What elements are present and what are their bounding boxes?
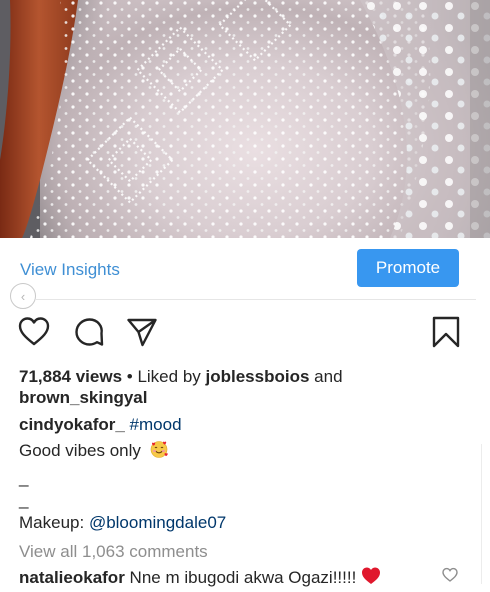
caption-username[interactable]: cindyokafor_ [19, 415, 125, 434]
bookmark-outline-icon[interactable] [430, 316, 462, 348]
caption-makeup-credit: Makeup: @bloomingdale07 [19, 512, 479, 533]
caption: cindyokafor_ #mood [19, 414, 479, 435]
comment-row: natalieokafor Nne m ibugodi akwa Ogazi!!… [19, 566, 439, 588]
comment-heart-outline-icon[interactable] [442, 567, 458, 583]
comment-text: Nne m ibugodi akwa Ogazi!!!!! [129, 568, 357, 587]
promote-button[interactable]: Promote [357, 249, 459, 287]
insights-bar: View Insights Promote [0, 238, 490, 300]
edge-rule [481, 444, 482, 584]
heart-outline-icon[interactable] [18, 316, 50, 348]
liked-user-1[interactable]: joblessboios [206, 367, 310, 386]
post-image[interactable] [0, 0, 490, 238]
and-text: and [314, 367, 343, 386]
post-photo [0, 0, 490, 238]
caption-line-2: _ [19, 468, 29, 487]
view-all-comments-link[interactable]: View all 1,063 comments [19, 541, 479, 562]
makeup-label: Makeup: [19, 513, 85, 532]
smiling-face-with-hearts-emoji [150, 441, 168, 458]
red-heart-emoji [362, 567, 381, 584]
caption-hashtag[interactable]: #mood [130, 415, 182, 434]
divider [36, 299, 476, 300]
paper-plane-icon[interactable] [126, 316, 158, 348]
liked-by-prefix: Liked by [137, 367, 201, 386]
makeup-handle[interactable]: @bloomingdale07 [89, 513, 226, 532]
comment-bubble-icon[interactable] [73, 316, 105, 348]
caption-line-1: Good vibes only [19, 439, 479, 461]
comment-username[interactable]: natalieokafor [19, 568, 125, 587]
likes-summary: 71,884 views • Liked by joblessboios and… [19, 367, 343, 407]
view-insights-link[interactable]: View Insights [20, 260, 120, 280]
caption-text-1: Good vibes only [19, 441, 141, 460]
view-count[interactable]: 71,884 views [19, 367, 122, 386]
chevron-left-icon[interactable]: ‹ [10, 283, 36, 309]
liked-user-2[interactable]: brown_skingyal [19, 388, 147, 407]
caption-line-3: _ [19, 490, 29, 509]
